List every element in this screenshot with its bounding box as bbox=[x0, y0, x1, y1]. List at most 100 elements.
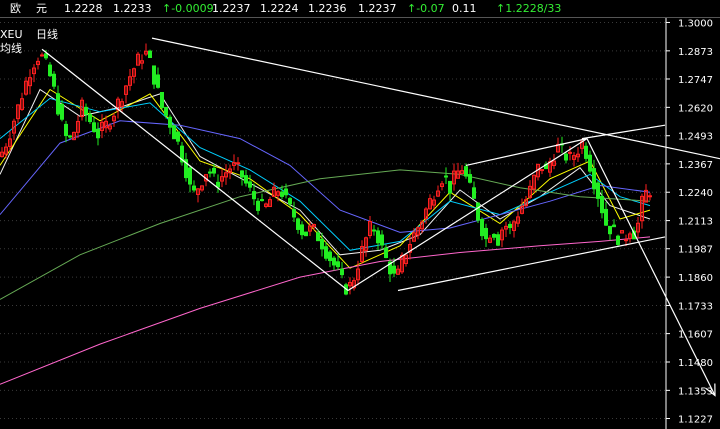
candle-body bbox=[52, 73, 56, 87]
candle-body bbox=[44, 53, 48, 59]
tick-label: 1.2493 bbox=[678, 132, 713, 143]
candle-body bbox=[304, 231, 308, 237]
quote-field: 0.11 bbox=[452, 2, 477, 15]
candle-body bbox=[612, 224, 616, 228]
quote-field: 1.2233 bbox=[113, 2, 152, 15]
candle-body bbox=[600, 195, 604, 214]
candle-body bbox=[176, 131, 180, 142]
candle-body bbox=[616, 235, 620, 245]
candle-body bbox=[256, 200, 260, 211]
candle-body bbox=[260, 199, 264, 202]
tick-label: 1.2620 bbox=[678, 103, 713, 114]
candle-body bbox=[92, 122, 96, 133]
candle-body bbox=[328, 251, 332, 262]
candle-body bbox=[156, 74, 160, 88]
candle-body bbox=[280, 191, 284, 197]
candle-body bbox=[292, 209, 296, 218]
candle-body bbox=[248, 181, 252, 188]
candle-body bbox=[212, 167, 216, 174]
candle-body bbox=[244, 175, 248, 184]
tick-label: 1.1480 bbox=[678, 358, 713, 369]
candle-body bbox=[208, 171, 212, 174]
candle-body bbox=[648, 195, 652, 198]
candle-body bbox=[296, 218, 300, 230]
chart-background bbox=[0, 18, 720, 429]
candle-body bbox=[64, 123, 68, 137]
candle-body bbox=[608, 225, 612, 235]
candle-body bbox=[288, 198, 292, 205]
candle-body bbox=[240, 170, 244, 178]
candle-body bbox=[508, 223, 512, 229]
quote-field: 1.2237 bbox=[358, 2, 397, 15]
quote-field: ↑-0.07 bbox=[407, 2, 445, 15]
candle-body bbox=[380, 234, 384, 246]
candle-body bbox=[624, 239, 628, 242]
candle-body bbox=[472, 187, 476, 199]
candle-body bbox=[164, 106, 168, 116]
candle-body bbox=[568, 151, 572, 154]
candle-body bbox=[188, 167, 192, 185]
candle-body bbox=[496, 234, 500, 246]
candle-body bbox=[588, 154, 592, 172]
candle-body bbox=[444, 175, 448, 178]
candle-body bbox=[316, 232, 320, 242]
candle-body bbox=[68, 135, 72, 138]
candle-body bbox=[300, 224, 304, 236]
candle-body bbox=[56, 93, 60, 115]
tick-label: 1.2113 bbox=[678, 217, 713, 228]
candle-body bbox=[172, 125, 176, 140]
candle-body bbox=[476, 202, 480, 221]
candle-body bbox=[152, 65, 156, 85]
candle-body bbox=[540, 169, 544, 172]
candle-body bbox=[392, 265, 396, 274]
quote-field: 1.2236 bbox=[308, 2, 347, 15]
candle-body bbox=[384, 247, 388, 259]
candle-body bbox=[448, 180, 452, 194]
tick-label: 1.1987 bbox=[678, 245, 713, 256]
tick-label: 1.3000 bbox=[678, 18, 713, 29]
legend-moving-average: 均线 bbox=[0, 42, 22, 55]
candle-body bbox=[324, 246, 328, 259]
candle-body bbox=[336, 261, 340, 268]
tick-label: 1.1733 bbox=[678, 301, 713, 312]
candle-body bbox=[252, 191, 256, 200]
quote-field: 1.2224 bbox=[260, 2, 299, 15]
candle-body bbox=[480, 219, 484, 237]
quote-field: ↑1.2228/33 bbox=[496, 2, 562, 15]
candle-body bbox=[372, 229, 376, 232]
candle-body bbox=[216, 181, 220, 188]
candle-body bbox=[596, 182, 600, 199]
candle-body bbox=[464, 166, 468, 177]
instrument-name-char-2: 元 bbox=[36, 2, 47, 15]
candle-body bbox=[332, 257, 336, 266]
quote-field: 1.2228 bbox=[64, 2, 103, 15]
instrument-name-char-1: 欧 bbox=[10, 2, 21, 15]
candle-body bbox=[48, 64, 52, 77]
candle-body bbox=[592, 168, 596, 190]
quote-field: ↑-0.0009 bbox=[162, 2, 214, 15]
candle-body bbox=[84, 106, 88, 115]
candle-body bbox=[148, 50, 152, 59]
legend-period: 日线 bbox=[36, 28, 59, 41]
candle-body bbox=[284, 188, 288, 196]
tick-label: 1.1353 bbox=[678, 386, 713, 397]
candle-body bbox=[340, 268, 344, 276]
candle-body bbox=[468, 174, 472, 183]
candle-body bbox=[168, 116, 172, 128]
quote-bar: 欧 元 1.2228 1.2233 ↑-0.0009 1.2237 1.2224 1.22… bbox=[0, 0, 720, 18]
candle-body bbox=[564, 153, 568, 161]
quote-field: 1.2237 bbox=[212, 2, 251, 15]
tick-label: 1.2367 bbox=[678, 160, 713, 171]
legend-row-2: 均线 bbox=[0, 40, 22, 56]
candlestick-chart: 1.3000 1.2873 1.2747 1.2620 1.2493 1.2367 1.22… bbox=[0, 18, 720, 429]
candle-body bbox=[604, 208, 608, 226]
tick-label: 1.1860 bbox=[678, 273, 713, 284]
tick-label: 1.2240 bbox=[678, 188, 713, 199]
candle-body bbox=[88, 113, 92, 123]
tick-label: 1.2873 bbox=[678, 47, 713, 58]
tick-label: 1.2747 bbox=[678, 75, 713, 86]
candle-body bbox=[492, 233, 496, 238]
candle-body bbox=[484, 227, 488, 240]
candle-body bbox=[236, 162, 240, 165]
tick-label: 1.1607 bbox=[678, 330, 713, 341]
